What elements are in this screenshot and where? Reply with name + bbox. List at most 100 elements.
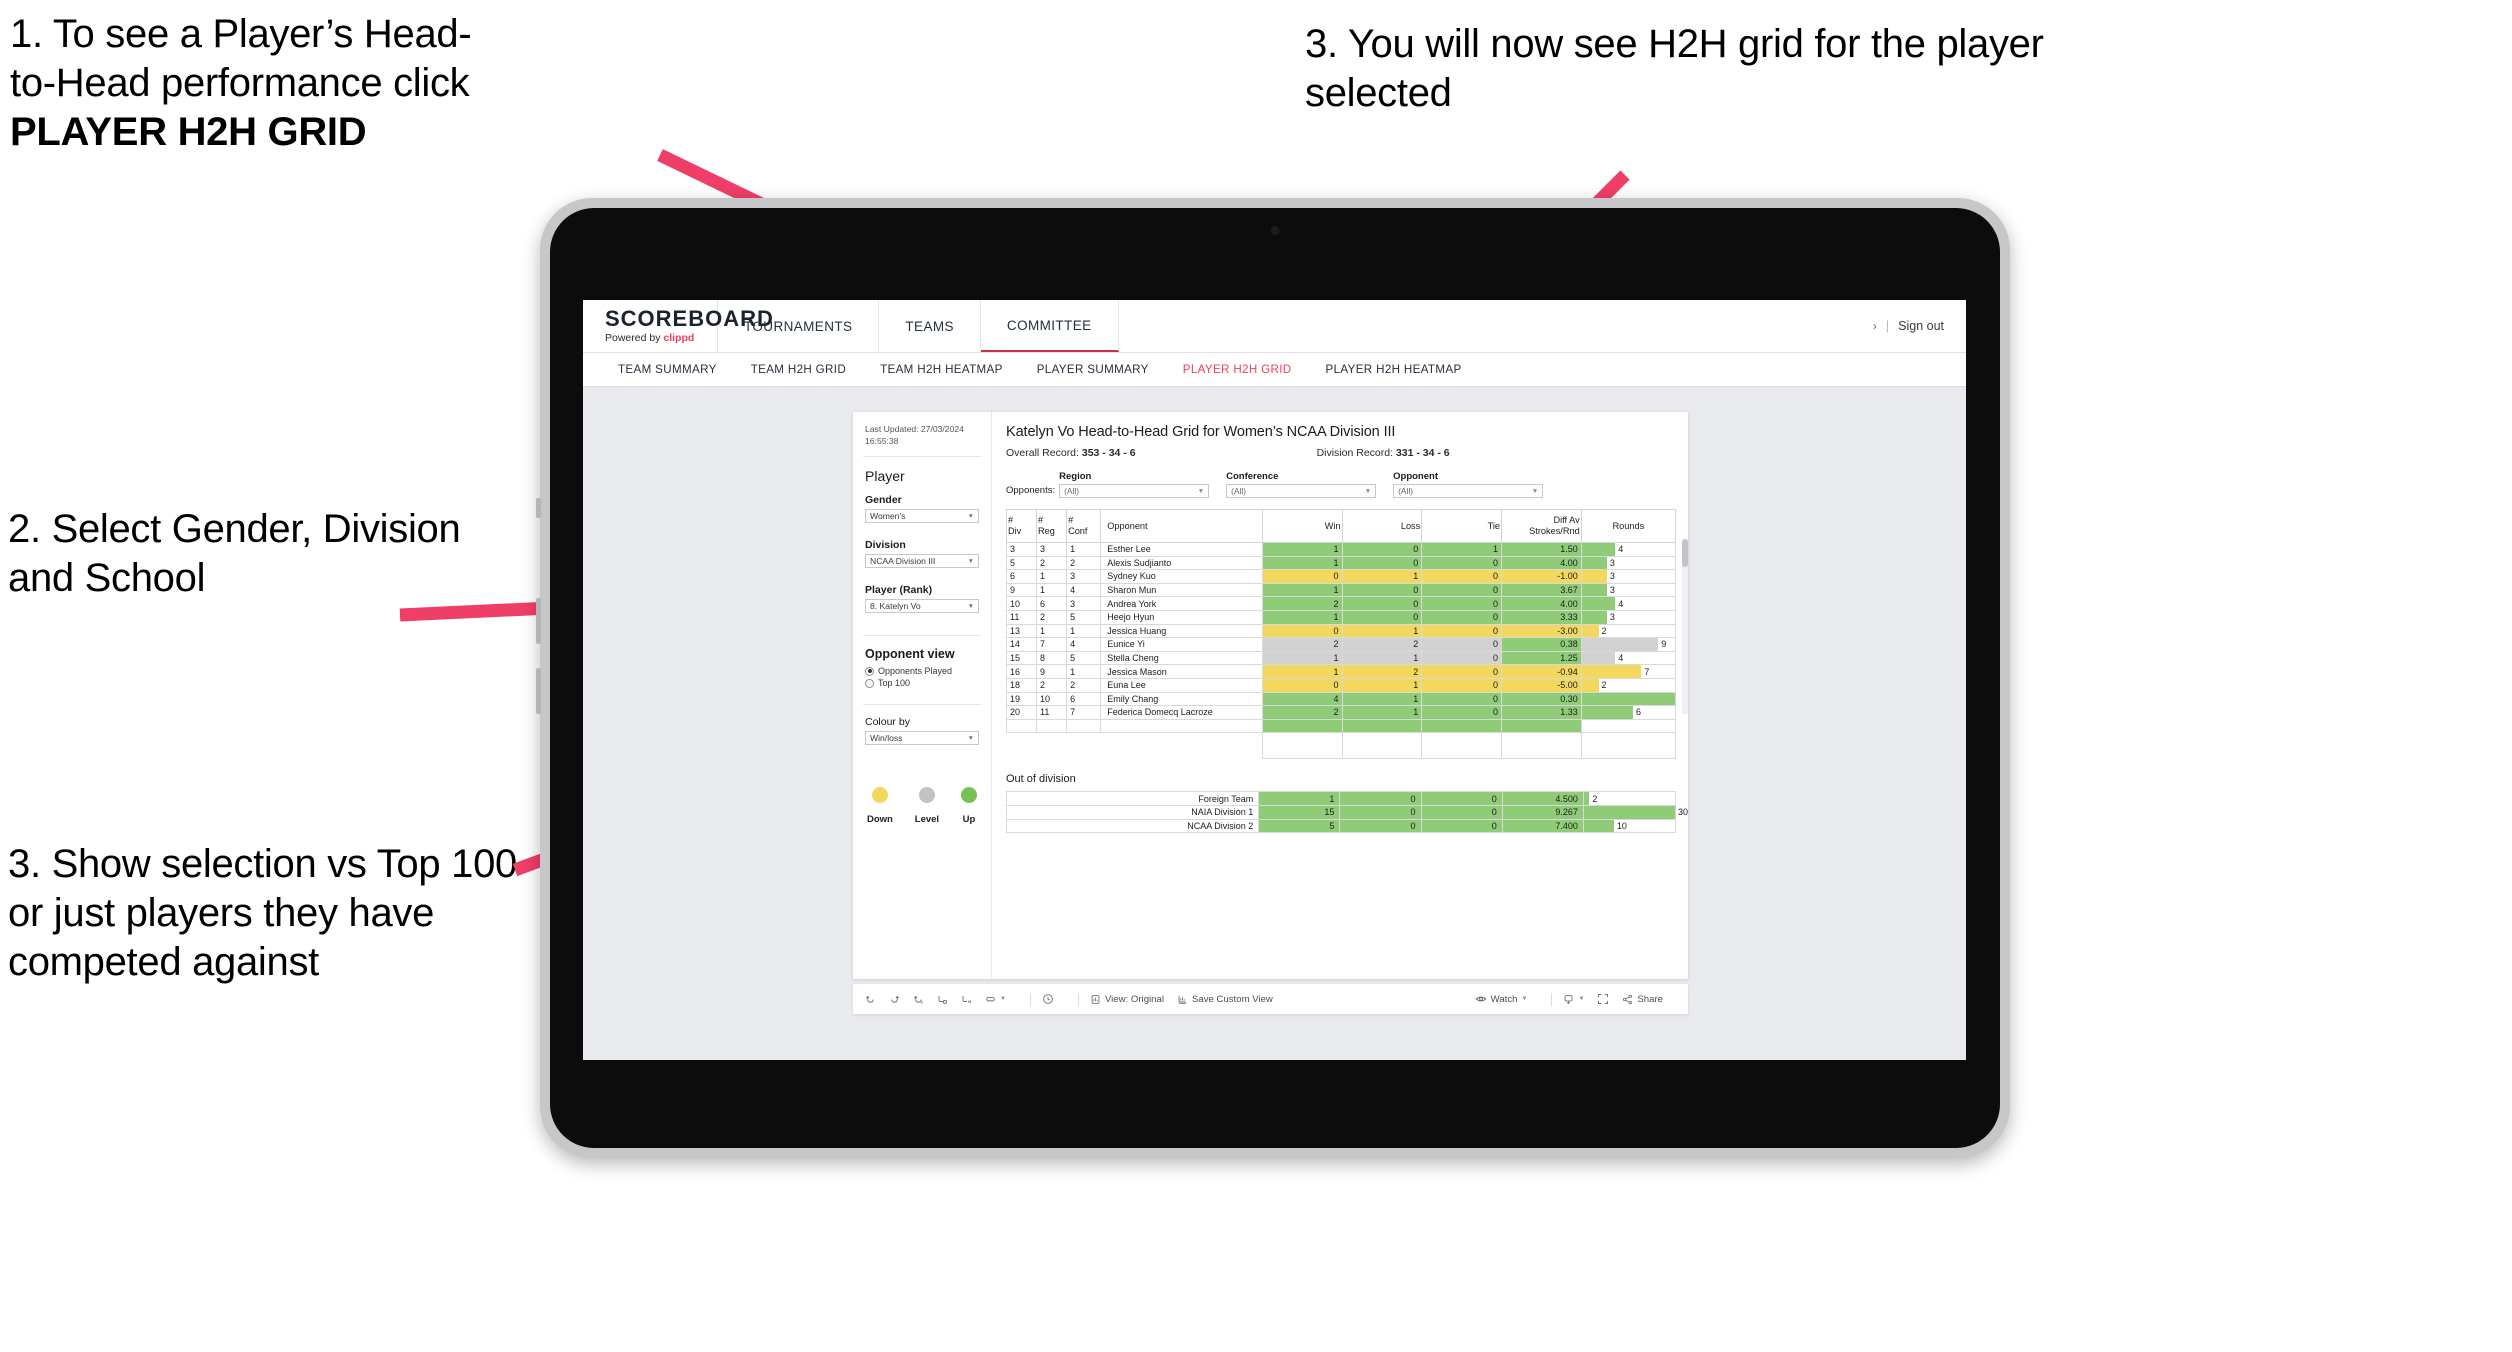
gender-select[interactable]: Women's ▼: [865, 509, 979, 524]
page-title: Katelyn Vo Head-to-Head Grid for Women’s…: [1006, 424, 1396, 440]
col-win[interactable]: Win: [1261, 509, 1343, 543]
cell-rounds: 2: [1580, 623, 1677, 639]
save-view-icon: [1177, 994, 1188, 1005]
col-tie[interactable]: Tie: [1421, 509, 1502, 543]
cell-diff: -1.00: [1500, 569, 1582, 584]
cell-tie: 1: [1421, 542, 1502, 557]
table-row[interactable]: 16 9 1 Jessica Mason 1 2 0 -0.94 7: [1005, 664, 1677, 679]
cell-opponent: Federica Domecq Lacroze: [1100, 705, 1263, 720]
chevron-down-icon: ▼: [1578, 996, 1585, 1002]
table-row[interactable]: 18 2 2 Euna Lee 0 1 0 -5.00 2: [1005, 677, 1677, 693]
table-row[interactable]: 10 6 3 Andrea York 2 0 0 4.00 4: [1005, 596, 1677, 611]
sign-out-link[interactable]: Sign out: [1898, 319, 1944, 333]
tab-team-h2h-heatmap[interactable]: TEAM H2H HEATMAP: [863, 363, 1020, 376]
division-select[interactable]: NCAA Division III ▼: [865, 554, 979, 569]
brand-logo[interactable]: SCOREBOARD Powered by clippd: [583, 300, 773, 352]
cell-win: 1: [1261, 609, 1343, 625]
cell-loss: 0: [1341, 555, 1423, 571]
watch-button[interactable]: Watch ▼: [1475, 993, 1527, 1005]
download-icon: [1563, 994, 1574, 1005]
cell-loss: 2: [1341, 664, 1423, 679]
division-record-value: 331 - 34 - 6: [1395, 447, 1450, 459]
col-loss[interactable]: Loss: [1341, 509, 1423, 543]
tab-team-summary[interactable]: TEAM SUMMARY: [601, 363, 734, 376]
col-diff-av[interactable]: Diff Av Strokes/Rnd: [1500, 509, 1582, 543]
out-of-division-row[interactable]: Foreign Team 1 0 0 4.500 2: [1005, 791, 1677, 806]
opponent-select[interactable]: (All) ▼: [1393, 484, 1544, 498]
table-row[interactable]: 5 2 2 Alexis Sudjianto 1 0 0 4.00 3: [1005, 555, 1677, 571]
col-reg[interactable]: # Reg: [1036, 509, 1068, 543]
clock-icon[interactable]: [1042, 993, 1054, 1005]
conference-select[interactable]: (All) ▼: [1226, 484, 1377, 498]
table-row[interactable]: 13 1 1 Jessica Huang 0 1 0 -3.00 2: [1005, 623, 1677, 639]
colour-by-select[interactable]: Win/loss ▼: [865, 731, 979, 746]
table-scrollbar[interactable]: [1682, 539, 1688, 714]
division-label: Division: [865, 539, 906, 552]
out-of-division-row[interactable]: NCAA Division 2 5 0 0 7.400 10: [1005, 818, 1677, 834]
tab-team-h2h-grid[interactable]: TEAM H2H GRID: [734, 363, 863, 376]
share-button[interactable]: Share: [1622, 994, 1663, 1005]
cell-ood-diff: 9.267: [1501, 804, 1584, 820]
tab-player-h2h-heatmap[interactable]: PLAYER H2H HEATMAP: [1309, 363, 1479, 376]
legend-label-up: Up: [962, 814, 976, 826]
cell-conf: 5: [1066, 650, 1102, 666]
opponent-value: (All): [1398, 486, 1414, 496]
pause-icon[interactable]: [961, 994, 972, 1005]
cell-conf: 1: [1066, 623, 1102, 639]
col-rounds[interactable]: Rounds: [1580, 509, 1677, 543]
undo-icon[interactable]: [865, 994, 876, 1005]
col-reg-l1: #: [1038, 515, 1044, 526]
cell-loss: 1: [1341, 705, 1423, 720]
cell-conf: 1: [1066, 664, 1102, 679]
col-div[interactable]: # Div: [1005, 509, 1038, 543]
cell-reg: 1: [1036, 582, 1068, 598]
table-row[interactable]: 11 2 5 Heejo Hyun 1 0 0 3.33 3: [1005, 609, 1677, 625]
header-nav-tournaments[interactable]: TOURNAMENTS: [718, 300, 880, 352]
download-button[interactable]: ▼: [1563, 994, 1584, 1005]
callout-step-1-bold: PLAYER H2H GRID: [10, 109, 367, 154]
cell-div: 6: [1005, 569, 1038, 584]
save-custom-view-button[interactable]: Save Custom View: [1177, 994, 1273, 1005]
tab-player-h2h-grid[interactable]: PLAYER H2H GRID: [1166, 363, 1309, 376]
region-select[interactable]: (All) ▼: [1059, 484, 1210, 498]
radio-top-100[interactable]: Top 100: [865, 678, 979, 688]
refresh-icon[interactable]: [937, 994, 948, 1005]
header-nav-teams[interactable]: TEAMS: [879, 300, 981, 352]
table-row[interactable]: 20 11 7 Federica Domecq Lacroze 2 1 0 1.33 6: [1005, 705, 1677, 720]
table-row[interactable]: 15 8 5 Stella Cheng 1 1 0 1.25 4: [1005, 650, 1677, 666]
redo-icon[interactable]: [889, 994, 900, 1005]
view-original-button[interactable]: View: Original: [1090, 994, 1164, 1005]
col-conf[interactable]: # Conf: [1066, 509, 1102, 543]
revert-icon[interactable]: [913, 994, 924, 1005]
cell-opponent: Emily Chang: [1100, 691, 1263, 707]
table-row[interactable]: 14 7 4 Eunice Yi 2 2 0 0.38 9: [1005, 637, 1677, 652]
cell-win: 2: [1261, 637, 1343, 652]
cell-loss: 0: [1341, 596, 1423, 611]
cell-loss: 0: [1341, 582, 1423, 598]
layout-dropdown[interactable]: ▼: [985, 994, 1006, 1005]
opponent-filter-row: Opponents: Region (All) ▼ Conference (Al…: [1006, 471, 1676, 498]
cell-opponent: Sharon Mun: [1100, 582, 1263, 598]
cell-ood-rounds: 2: [1582, 791, 1677, 806]
cell-ood-rounds: 10: [1582, 818, 1677, 834]
table-scrollbar-thumb[interactable]: [1682, 539, 1688, 567]
out-of-division-row[interactable]: NAIA Division 1 15 0 0 9.267 30: [1005, 804, 1688, 820]
callout-step-1: 1. To see a Player’s Head- to-Head perfo…: [10, 10, 740, 156]
col-opponent[interactable]: Opponent: [1100, 509, 1263, 543]
fullscreen-icon[interactable]: [1597, 993, 1609, 1005]
tab-player-summary[interactable]: PLAYER SUMMARY: [1020, 363, 1166, 376]
chevron-down-icon: ▼: [1364, 487, 1372, 495]
table-row[interactable]: 9 1 4 Sharon Mun 1 0 0 3.67 3: [1005, 582, 1677, 598]
header-nav-committee[interactable]: COMMITTEE: [980, 300, 1119, 352]
radio-opponents-played[interactable]: Opponents Played: [865, 666, 979, 676]
app-screen: SCOREBOARD Powered by clippd TOURNAMENTS…: [583, 300, 1966, 1060]
col-conf-l2: Conf: [1068, 526, 1088, 536]
viz-toolbar: ▼ View: Original Save Custom View Watch …: [853, 984, 1688, 1014]
callout-step-2: 2. Select Gender, Division and School: [8, 507, 461, 600]
table-row[interactable]: 6 1 3 Sydney Kuo 0 1 0 -1.00 3: [1005, 569, 1677, 584]
chevron-right-icon[interactable]: ›: [1873, 319, 1877, 333]
player-rank-select[interactable]: 8. Katelyn Vo ▼: [865, 599, 979, 614]
table-row[interactable]: 19106Emily Chang4100.3011: [1005, 691, 1677, 707]
table-row[interactable]: 3 3 1 Esther Lee 1 0 1 1.50 4: [1005, 542, 1677, 557]
cell-reg: 1: [1036, 623, 1068, 639]
